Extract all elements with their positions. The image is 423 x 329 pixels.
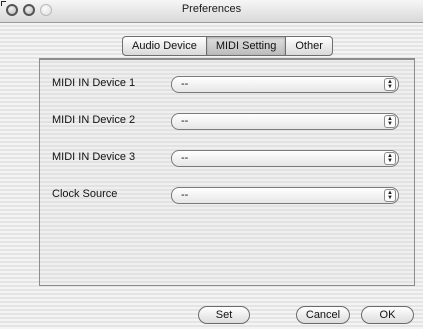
window-title: Preferences xyxy=(181,3,242,15)
midi-in-device-2-label: MIDI IN Device 2 xyxy=(52,114,136,126)
up-down-arrows-icon: ▲ ▼ xyxy=(384,115,396,128)
ok-button[interactable]: OK xyxy=(361,306,414,324)
midi-in-device-1-popup[interactable]: -- ▲ ▼ xyxy=(171,76,399,93)
midi-in-device-2-popup[interactable]: -- ▲ ▼ xyxy=(171,113,399,130)
clock-source-popup[interactable]: -- ▲ ▼ xyxy=(171,187,399,204)
cancel-button[interactable]: Cancel xyxy=(296,306,350,324)
popup-value: -- xyxy=(181,152,189,164)
title-bar: Preferences xyxy=(0,0,423,23)
midi-in-device-1-label: MIDI IN Device 1 xyxy=(52,77,136,89)
midi-in-device-3-label: MIDI IN Device 3 xyxy=(52,151,136,163)
set-button[interactable]: Set xyxy=(198,306,250,324)
popup-value: -- xyxy=(181,115,189,127)
up-down-arrows-icon: ▲ ▼ xyxy=(384,78,396,91)
tab-other[interactable]: Other xyxy=(285,36,333,56)
popup-value: -- xyxy=(181,78,189,90)
clock-source-label: Clock Source xyxy=(52,188,118,200)
settings-panel: MIDI IN Device 1 -- ▲ ▼ MIDI IN Device 2 … xyxy=(39,58,415,286)
popup-value: -- xyxy=(181,189,189,201)
midi-in-device-3-popup[interactable]: -- ▲ ▼ xyxy=(171,150,399,167)
up-down-arrows-icon: ▲ ▼ xyxy=(384,152,396,165)
tab-midi-setting[interactable]: MIDI Setting xyxy=(205,36,287,56)
tab-audio-device[interactable]: Audio Device xyxy=(122,36,207,56)
up-down-arrows-icon: ▲ ▼ xyxy=(384,189,396,202)
tab-bar: Audio Device MIDI Setting Other xyxy=(122,36,333,56)
